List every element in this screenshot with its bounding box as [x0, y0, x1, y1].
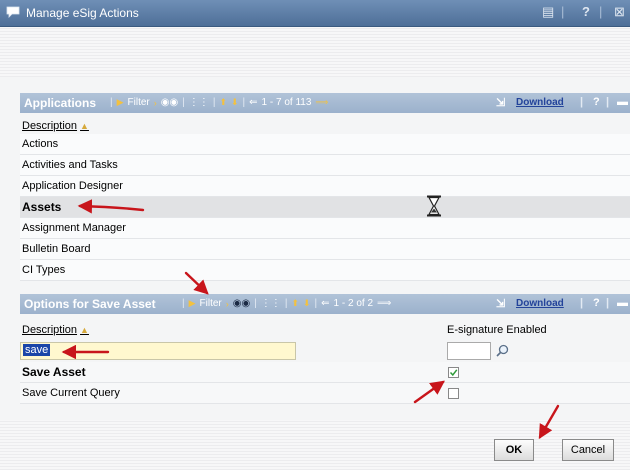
annotation-arrows: [61, 199, 560, 440]
